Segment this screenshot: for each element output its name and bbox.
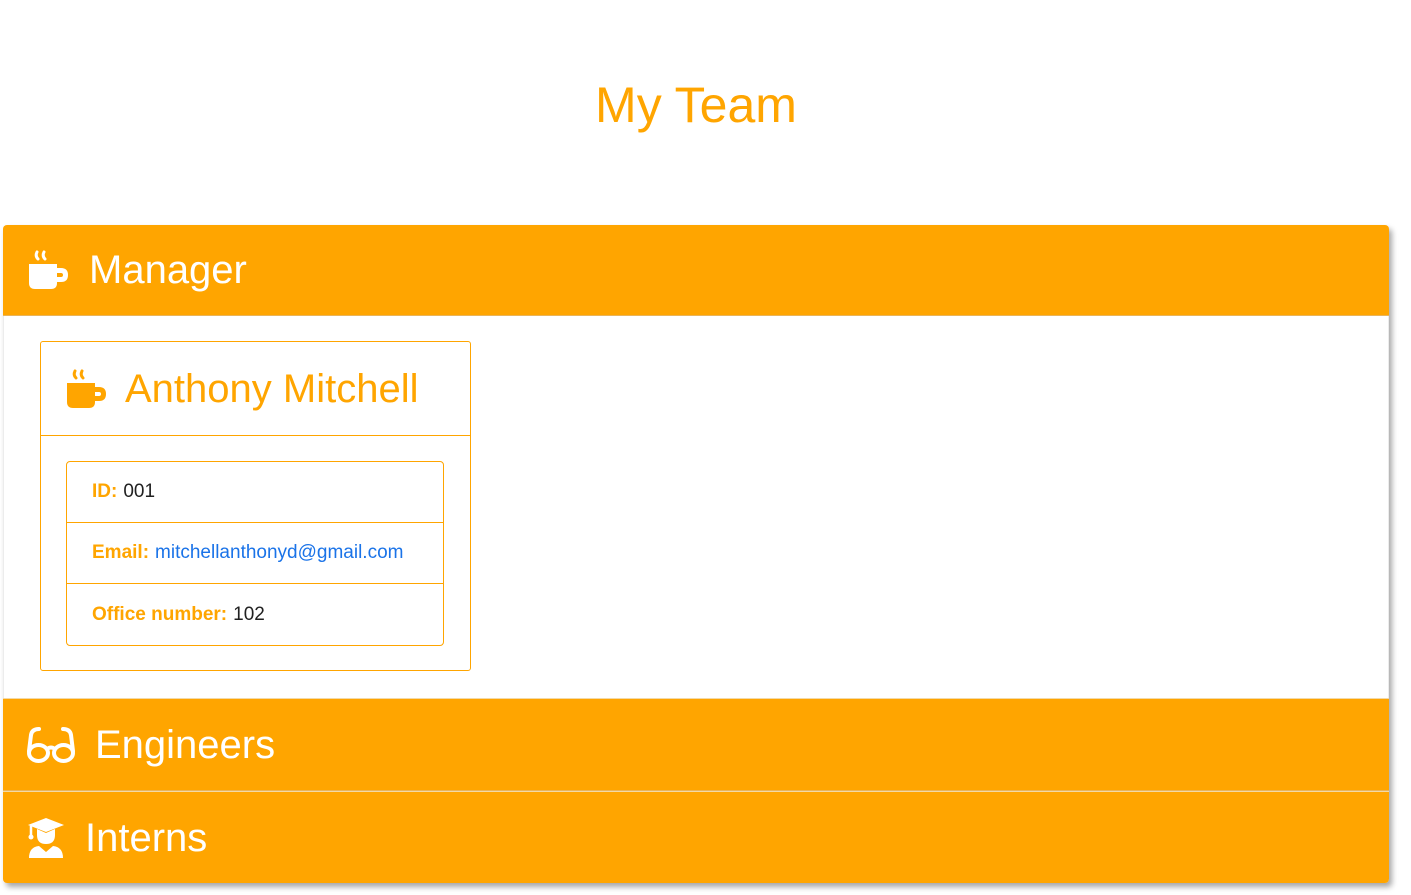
interns-section-header[interactable]: Interns [3, 792, 1389, 883]
team-accordion: Manager Anthony Mitchell ID: 001 Email: … [3, 225, 1389, 883]
employee-office-row: Office number: 102 [67, 584, 443, 645]
graduate-icon [27, 817, 65, 859]
employee-id-row: ID: 001 [67, 462, 443, 523]
engineers-section-header[interactable]: Engineers [3, 699, 1389, 791]
employee-office-label: Office number: [92, 603, 228, 625]
interns-section: Interns [3, 791, 1389, 883]
manager-section: Manager Anthony Mitchell ID: 001 Email: … [3, 225, 1389, 698]
page-title: My Team [595, 77, 797, 133]
coffee-mug-icon [65, 368, 107, 410]
employee-card: Anthony Mitchell ID: 001 Email: mitchell… [40, 341, 471, 671]
employee-email-label: Email: [92, 542, 150, 563]
glasses-icon [27, 725, 75, 765]
interns-section-label: Interns [85, 815, 208, 860]
employee-email-link[interactable]: mitchellanthonyd@gmail.com [155, 542, 403, 564]
employee-id-value: 001 [123, 481, 156, 502]
card-body: ID: 001 Email: mitchellanthonyd@gmail.co… [41, 436, 470, 646]
employee-id-label: ID: [92, 481, 118, 502]
engineers-section: Engineers [3, 698, 1389, 791]
manager-section-body: Anthony Mitchell ID: 001 Email: mitchell… [3, 316, 1389, 698]
employee-office-value: 102 [233, 603, 265, 625]
manager-section-header[interactable]: Manager [3, 225, 1389, 316]
employee-info-list: ID: 001 Email: mitchellanthonyd@gmail.co… [66, 461, 444, 646]
manager-section-label: Manager [89, 248, 247, 292]
employee-email-row: Email: mitchellanthonyd@gmail.com [67, 523, 443, 584]
coffee-mug-icon [27, 249, 69, 291]
engineers-section-label: Engineers [95, 722, 276, 767]
employee-name: Anthony Mitchell [125, 366, 419, 411]
card-header: Anthony Mitchell [41, 342, 470, 436]
